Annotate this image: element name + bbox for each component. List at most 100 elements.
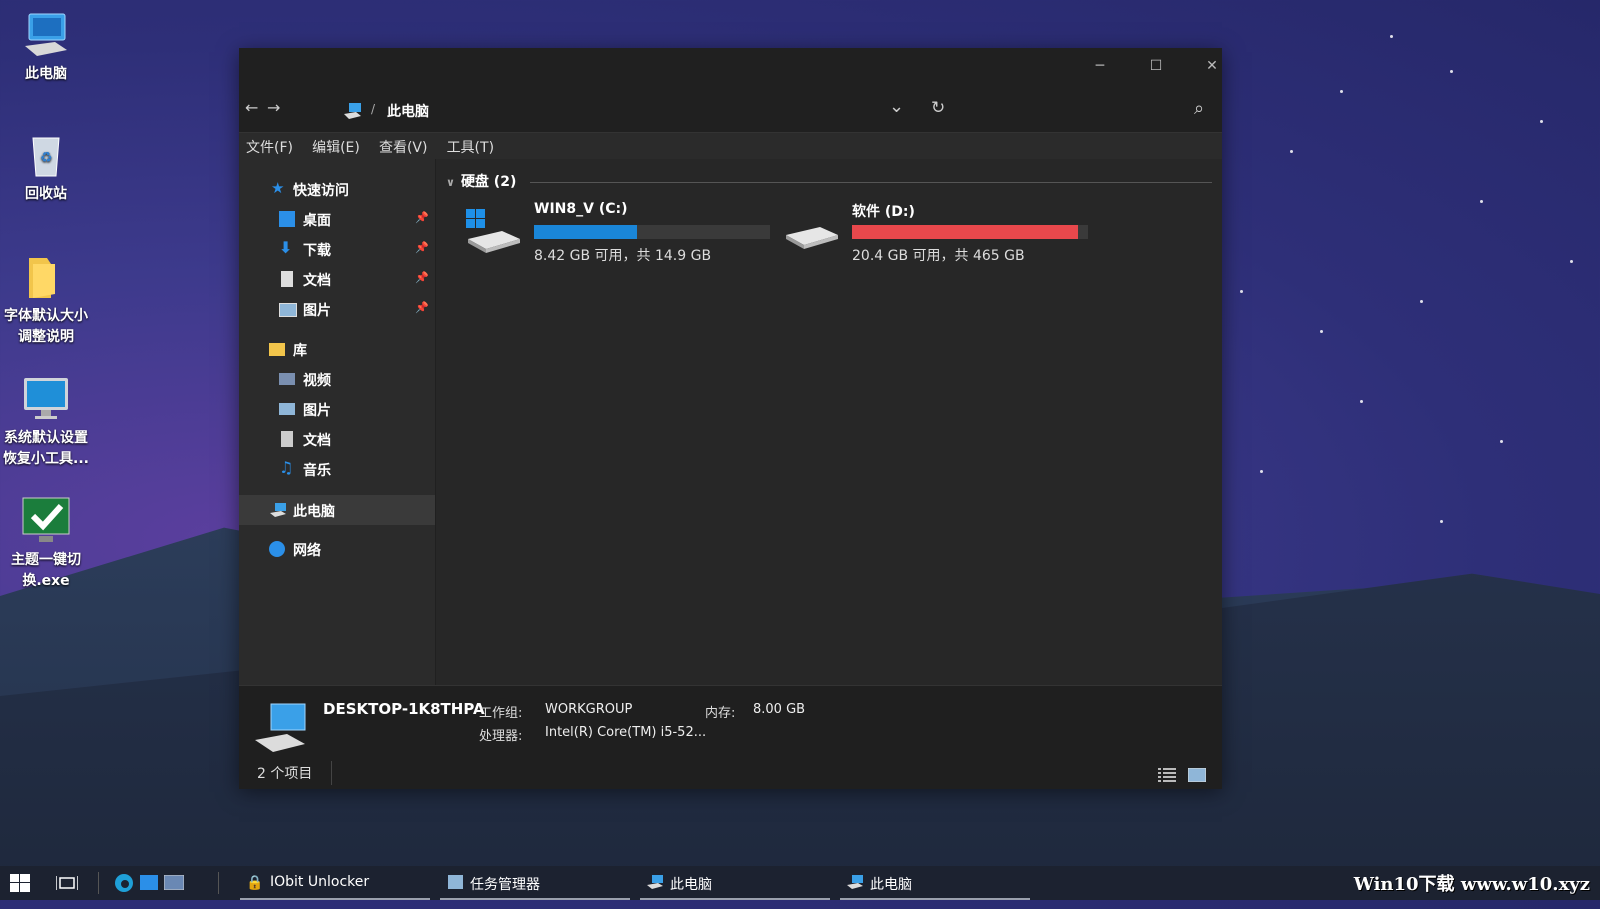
taskbar-this-pc-2[interactable]: 此电脑	[840, 866, 1030, 900]
computer-icon	[21, 10, 71, 60]
nav-libraries[interactable]: 库	[239, 335, 435, 363]
nav-pictures[interactable]: 图片 📌	[239, 295, 435, 323]
network-icon	[269, 541, 285, 557]
search-button[interactable]: ⌕	[1194, 98, 1204, 119]
star	[1290, 150, 1293, 153]
group-divider	[530, 182, 1212, 183]
computer-icon	[343, 102, 363, 124]
navigation-pane: ★ 快速访问 桌面 📌 ⬇ 下载 📌 文档 📌 图片 📌 库 视频 图片 文档 …	[239, 159, 435, 685]
watermark: Win10下载 www.w10.xyz	[1353, 874, 1590, 895]
nav-network[interactable]: 网络	[239, 535, 435, 563]
svg-text:♻: ♻	[40, 150, 53, 166]
star	[1570, 260, 1573, 263]
taskbar-iobit-unlocker[interactable]: 🔒 IObit Unlocker	[240, 866, 430, 900]
workgroup-label: 工作组:	[479, 706, 523, 721]
minimize-button[interactable]: ─	[1080, 54, 1120, 78]
star	[1390, 35, 1393, 38]
star	[1480, 200, 1483, 203]
task-view-icon[interactable]	[55, 874, 79, 908]
menu-tools[interactable]: 工具(T)	[440, 133, 501, 161]
windows-drive-icon	[466, 207, 522, 259]
content-pane: ∨ 硬盘 (2) WIN8_V (C:) 8.42 GB 可用，共 14.9 GB…	[436, 159, 1222, 685]
refresh-button[interactable]: ↻	[931, 98, 945, 118]
taskbar-divider	[218, 872, 219, 894]
nav-label: 图片	[303, 303, 331, 319]
drive-usage-fill	[852, 225, 1078, 239]
start-button[interactable]	[10, 874, 30, 908]
breadcrumb-separator: /	[371, 102, 376, 116]
download-icon: ⬇	[279, 238, 293, 257]
star	[1440, 520, 1443, 523]
desktop-icon-font-guide[interactable]: 字体默认大小 调整说明	[0, 252, 92, 348]
menu-file[interactable]: 文件(F)	[239, 133, 300, 161]
video-icon	[279, 373, 295, 385]
desktop-icon-label-line2: 调整说明	[18, 329, 74, 345]
status-item-count: 2 个项目	[257, 766, 313, 782]
recycle-bin-icon: ♻	[21, 130, 71, 180]
task-label: 此电脑	[870, 877, 912, 893]
nav-library-videos[interactable]: 视频	[239, 365, 435, 393]
breadcrumb-this-pc[interactable]: 此电脑	[387, 101, 429, 121]
nav-label: 桌面	[303, 213, 331, 229]
task-manager-icon	[448, 875, 463, 889]
star	[1420, 300, 1423, 303]
forward-button[interactable]: →	[267, 98, 280, 117]
nav-label: 库	[293, 343, 307, 359]
title-bar[interactable]: ─ ☐ ✕	[239, 48, 1222, 82]
mail-app-icon[interactable]	[140, 875, 158, 909]
desktop-icon-theme-switch[interactable]: 主题一键切 换.exe	[0, 496, 92, 592]
details-pane: DESKTOP-1K8THPA 工作组: WORKGROUP 内存: 8.00 …	[239, 685, 1222, 789]
library-folder-icon	[269, 343, 285, 356]
desktop-icon-label-line1: 主题一键切	[11, 552, 81, 568]
group-header-hard-disks[interactable]: ∨ 硬盘 (2)	[446, 171, 516, 191]
address-bar: ← → / 此电脑 ⌄ ↻ ⌕	[239, 94, 1222, 128]
back-button[interactable]: ←	[245, 98, 258, 117]
task-label: 此电脑	[670, 877, 712, 893]
star	[1500, 440, 1503, 443]
nav-downloads[interactable]: ⬇ 下载 📌	[239, 235, 435, 263]
star	[1340, 90, 1343, 93]
desktop-icon-this-pc[interactable]: 此电脑	[0, 10, 92, 85]
computer-name: DESKTOP-1K8THPA	[323, 700, 485, 718]
large-icons-view-button[interactable]	[1187, 767, 1207, 783]
drive-usage-fill	[534, 225, 637, 239]
screen-app-icon[interactable]	[163, 874, 185, 909]
maximize-button[interactable]: ☐	[1136, 54, 1176, 78]
task-label: 任务管理器	[470, 877, 540, 893]
menu-view[interactable]: 查看(V)	[372, 133, 435, 161]
nav-this-pc[interactable]: 此电脑	[239, 495, 435, 525]
picture-icon	[279, 403, 295, 415]
history-dropdown-button[interactable]: ⌄	[889, 96, 904, 117]
desktop-icon-label: 回收站	[25, 186, 67, 202]
nav-documents[interactable]: 文档 📌	[239, 265, 435, 293]
drive-d[interactable]: 软件 (D:) 20.4 GB 可用，共 465 GB	[784, 201, 1088, 271]
taskbar-task-manager[interactable]: 任务管理器	[440, 866, 630, 900]
nav-library-pictures[interactable]: 图片	[239, 395, 435, 423]
menu-edit[interactable]: 编辑(E)	[305, 133, 367, 161]
computer-icon	[846, 874, 864, 894]
chevron-down-icon: ∨	[446, 176, 455, 189]
nav-label: 网络	[293, 543, 321, 559]
taskbar-divider	[98, 872, 99, 894]
desktop-icon-restore-tool[interactable]: 系统默认设置 恢复小工具...	[0, 374, 92, 470]
workgroup-value: WORKGROUP	[545, 702, 633, 717]
checkmark-monitor-icon	[21, 496, 71, 546]
nav-library-music[interactable]: ♫ 音乐	[239, 455, 435, 483]
pin-icon: 📌	[415, 271, 429, 284]
nav-library-documents[interactable]: 文档	[239, 425, 435, 453]
taskbar-this-pc-1[interactable]: 此电脑	[640, 866, 830, 900]
details-view-button[interactable]	[1158, 767, 1176, 782]
edge-browser-icon[interactable]	[114, 873, 134, 907]
pin-icon: 📌	[415, 211, 429, 224]
drive-icon	[784, 215, 840, 259]
pin-icon: 📌	[415, 241, 429, 254]
close-button[interactable]: ✕	[1192, 54, 1232, 78]
desktop-icon-recycle-bin[interactable]: ♻ 回收站	[0, 130, 92, 205]
star-icon: ★	[271, 179, 285, 197]
desktop-icon-label-line2: 换.exe	[22, 573, 70, 589]
nav-label: 下载	[303, 243, 331, 259]
nav-desktop[interactable]: 桌面 📌	[239, 205, 435, 233]
drive-c[interactable]: WIN8_V (C:) 8.42 GB 可用，共 14.9 GB	[466, 201, 770, 271]
monitor-icon	[21, 374, 71, 424]
nav-quick-access[interactable]: ★ 快速访问	[239, 175, 435, 203]
